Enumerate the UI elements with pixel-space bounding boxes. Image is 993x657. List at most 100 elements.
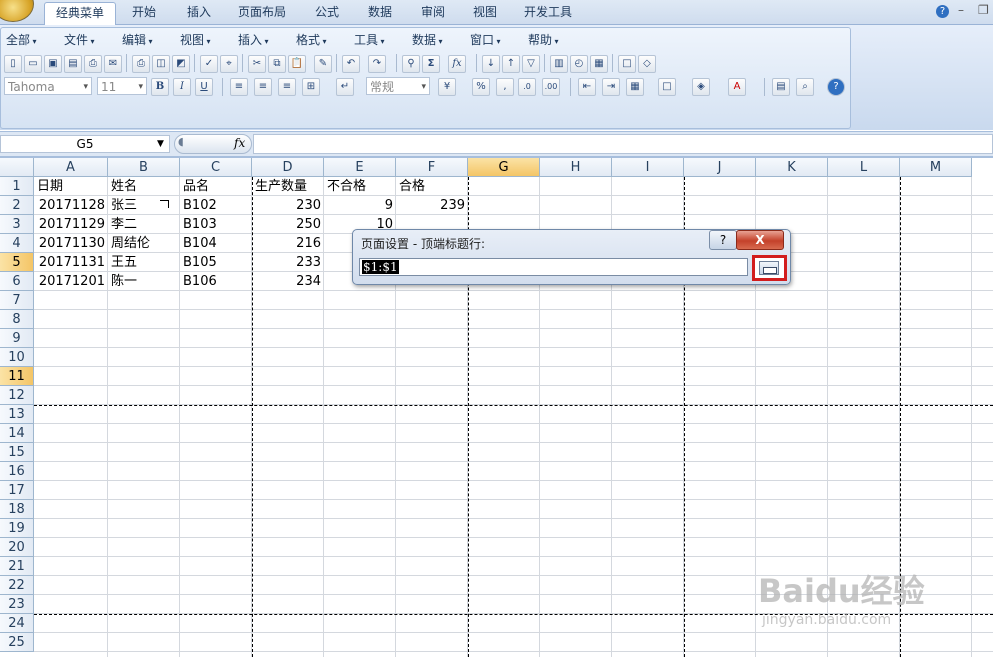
data-cell-qty[interactable]: 216 — [252, 234, 324, 253]
formula-expand-icon[interactable]: ◖ — [178, 135, 184, 148]
data-cell-name[interactable]: 李二 — [108, 215, 180, 234]
row-header-4[interactable]: 4 — [0, 234, 34, 253]
data-cell-date[interactable]: 20171131 — [34, 253, 108, 272]
expand-dialog-button-highlight[interactable] — [752, 255, 787, 281]
row-header-5[interactable]: 5 — [0, 253, 34, 272]
menu-item-2[interactable]: 编辑 — [122, 31, 153, 48]
sort-asc-icon[interactable]: ↓ — [482, 55, 500, 73]
cut-icon[interactable]: ✂ — [248, 55, 266, 73]
percent-button[interactable]: % — [472, 78, 490, 96]
preview-icon[interactable]: ◫ — [152, 55, 170, 73]
ribbon-tab-8[interactable]: 开发工具 — [515, 2, 581, 23]
dialog-help-button[interactable]: ? — [709, 230, 737, 250]
data-cell-defect[interactable]: 9 — [324, 196, 396, 215]
data-cell-name[interactable]: 陈一 — [108, 272, 180, 291]
row-header-16[interactable]: 16 — [0, 462, 34, 481]
formula-input[interactable] — [253, 134, 993, 154]
row-header-7[interactable]: 7 — [0, 291, 34, 310]
copy-icon[interactable]: ⧉ — [268, 55, 286, 73]
fill-color-icon[interactable]: ◈ — [692, 78, 710, 96]
data-cell-name[interactable]: 周结伦 — [108, 234, 180, 253]
link-icon[interactable]: ⚲ — [402, 55, 420, 73]
row-header-9[interactable]: 9 — [0, 329, 34, 348]
ribbon-tab-7[interactable]: 视图 — [463, 2, 507, 23]
row-header-17[interactable]: 17 — [0, 481, 34, 500]
data-cell-date[interactable]: 20171129 — [34, 215, 108, 234]
ribbon-tab-2[interactable]: 插入 — [178, 2, 220, 23]
row-header-22[interactable]: 22 — [0, 576, 34, 595]
help-icon[interactable]: ? — [936, 5, 949, 18]
decrease-indent-icon[interactable]: ⇤ — [578, 78, 596, 96]
row-header-11[interactable]: 11 — [0, 367, 34, 386]
print-icon[interactable]: ⎙ — [132, 55, 150, 73]
email-icon[interactable]: ✉ — [104, 55, 122, 73]
format-painter-icon[interactable]: ✎ — [314, 55, 332, 73]
header-cell[interactable]: 不合格 — [324, 177, 369, 196]
header-cell[interactable]: 姓名 — [108, 177, 140, 196]
column-header-H[interactable]: H — [540, 158, 612, 177]
row-header-8[interactable]: 8 — [0, 310, 34, 329]
row-header-12[interactable]: 12 — [0, 386, 34, 405]
comma-button[interactable]: , — [496, 78, 514, 96]
select-all-corner[interactable] — [0, 158, 34, 177]
insert-function-icon[interactable]: fx — [234, 136, 245, 150]
ribbon-tab-4[interactable]: 公式 — [305, 2, 349, 23]
autosum-icon[interactable]: Σ — [422, 55, 440, 73]
italic-button[interactable]: I — [173, 78, 191, 96]
data-cell-name[interactable]: 王五 — [108, 253, 180, 272]
menu-item-7[interactable]: 数据 — [412, 31, 443, 48]
data-cell-date[interactable]: 20171128 — [34, 196, 108, 215]
menu-item-8[interactable]: 窗口 — [470, 31, 501, 48]
decrease-decimal-icon[interactable]: .00 — [542, 78, 560, 96]
redo-icon[interactable]: ↷ — [368, 55, 386, 73]
currency-icon[interactable]: ¥ — [438, 78, 456, 96]
data-cell-product[interactable]: B104 — [180, 234, 252, 253]
header-cell[interactable]: 日期 — [34, 177, 66, 196]
new-icon[interactable]: ▯ — [4, 55, 22, 73]
row-header-15[interactable]: 15 — [0, 443, 34, 462]
chart-icon[interactable]: ▤ — [772, 78, 790, 96]
row-header-13[interactable]: 13 — [0, 405, 34, 424]
data-cell-qty[interactable]: 230 — [252, 196, 324, 215]
header-cell[interactable]: 生产数量 — [252, 177, 310, 196]
borders-icon[interactable]: □ — [658, 78, 676, 96]
font-name-combo[interactable]: Tahoma — [4, 77, 92, 96]
data-cell-date[interactable]: 20171201 — [34, 272, 108, 291]
column-header-L[interactable]: L — [828, 158, 900, 177]
row-header-19[interactable]: 19 — [0, 519, 34, 538]
paste-icon[interactable]: 📋 — [288, 55, 306, 73]
column-header-C[interactable]: C — [180, 158, 252, 177]
name-box-dropdown-icon[interactable]: ▼ — [157, 135, 164, 153]
column-header-M[interactable]: M — [900, 158, 972, 177]
font-color-icon[interactable]: A — [728, 78, 746, 96]
merge-center-icon[interactable]: ⊞ — [302, 78, 320, 96]
row-header-20[interactable]: 20 — [0, 538, 34, 557]
save-icon[interactable]: ▣ — [44, 55, 62, 73]
align-right-icon[interactable]: ≡ — [278, 78, 296, 96]
table-icon[interactable]: ▦ — [590, 55, 608, 73]
ribbon-tab-3[interactable]: 页面布局 — [230, 2, 294, 23]
expand-dialog-icon[interactable] — [759, 261, 779, 275]
row-header-14[interactable]: 14 — [0, 424, 34, 443]
menu-item-0[interactable]: 全部 — [6, 31, 37, 48]
row-header-10[interactable]: 10 — [0, 348, 34, 367]
row-header-21[interactable]: 21 — [0, 557, 34, 576]
column-header-B[interactable]: B — [108, 158, 180, 177]
research-icon[interactable]: ◩ — [172, 55, 190, 73]
zoom-icon[interactable]: ⌕ — [796, 78, 814, 96]
open-icon[interactable]: ▭ — [24, 55, 42, 73]
data-cell-name[interactable]: 张三 — [108, 196, 180, 215]
filter-icon[interactable]: ▽ — [522, 55, 540, 73]
data-cell-qty[interactable]: 250 — [252, 215, 324, 234]
name-box[interactable]: G5 — [0, 135, 170, 153]
column-header-E[interactable]: E — [324, 158, 396, 177]
function-icon[interactable]: fx — [448, 55, 466, 73]
menu-item-4[interactable]: 插入 — [238, 31, 269, 48]
dialog-close-button[interactable]: X — [736, 230, 784, 250]
column-header-K[interactable]: K — [756, 158, 828, 177]
pivot-icon[interactable]: ◴ — [570, 55, 588, 73]
drawing-icon[interactable]: ◇ — [638, 55, 656, 73]
cell-style-icon[interactable]: ▦ — [626, 78, 644, 96]
menu-item-6[interactable]: 工具 — [354, 31, 385, 48]
frame-icon[interactable]: □ — [618, 55, 636, 73]
